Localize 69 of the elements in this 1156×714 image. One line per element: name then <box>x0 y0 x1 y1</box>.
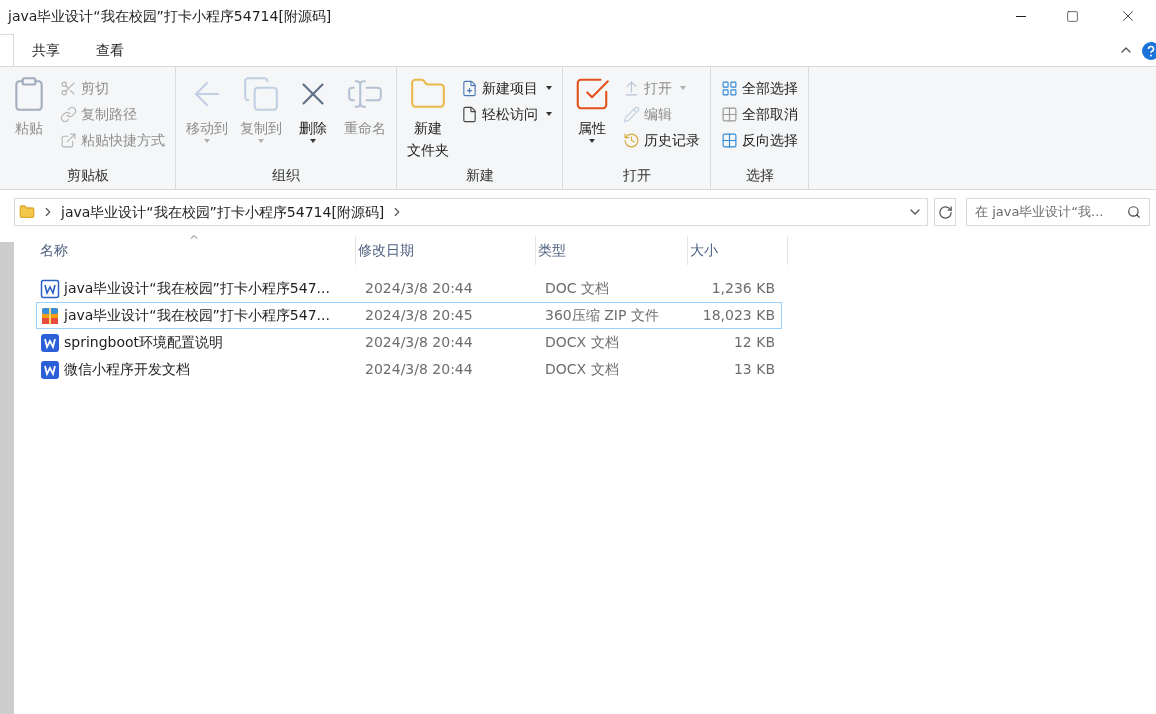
minimize-icon <box>1016 15 1026 17</box>
document-icon <box>40 332 60 353</box>
grid-icon <box>721 131 738 149</box>
file-row[interactable]: java毕业设计“我在校园”打卡小程序547... 2024/3/8 20:44 DOC 文档 1,236 KB <box>36 275 782 302</box>
file-icon <box>461 105 478 123</box>
file-row[interactable]: 微信小程序开发文档 2024/3/8 20:44 DOCX 文档 13 KB <box>36 356 782 383</box>
open-icon <box>623 79 640 97</box>
table-cell-text: 2024/3/8 20:44 <box>364 333 474 352</box>
ribbon-tab[interactable]: 共享 <box>14 34 78 66</box>
grid-icon <box>721 105 738 123</box>
link-icon <box>60 105 77 123</box>
grid-icon <box>721 79 738 97</box>
ribbon-button[interactable]: 历史记录 <box>619 127 704 153</box>
column-header[interactable]: 名称 <box>38 236 356 265</box>
file-row[interactable]: springboot环境配置说明 2024/3/8 20:44 DOCX 文档 12 KB <box>36 329 782 356</box>
document-icon <box>40 278 60 299</box>
pencil-icon <box>623 105 640 123</box>
file-tab[interactable] <box>0 34 14 66</box>
maximize-icon <box>1065 9 1079 23</box>
column-header[interactable]: 大小 <box>688 236 788 265</box>
file-row[interactable]: java毕业设计“我在校园”打卡小程序547... 2024/3/8 20:45 360压缩 ZIP 文件 18,023 KB <box>36 302 782 329</box>
group-label: 剪贴板 <box>65 166 110 186</box>
file-name: java毕业设计“我在校园”打卡小程序547... <box>64 279 330 298</box>
ribbon-button[interactable]: 轻松访问 <box>457 101 556 127</box>
ribbon-button[interactable]: 全部选择 <box>717 75 802 101</box>
group-label: 选择 <box>744 166 775 186</box>
ribbon-button[interactable]: 新建 文件夹 <box>403 71 453 161</box>
group-label: 打开 <box>621 166 652 186</box>
table-cell-text: 2024/3/8 20:44 <box>364 360 474 379</box>
file-name: springboot环境配置说明 <box>64 333 224 352</box>
table-cell-text: DOCX 文档 <box>544 360 620 379</box>
help-icon[interactable] <box>1142 42 1156 60</box>
ribbon-button[interactable]: 属性 <box>569 71 615 143</box>
archive-icon <box>40 305 60 326</box>
address-bar[interactable]: java毕业设计“我在校园”打卡小程序54714[附源码] <box>14 198 928 226</box>
table-cell-text: 13 KB <box>732 360 776 379</box>
search-icon <box>1127 205 1141 219</box>
file-name: java毕业设计“我在校园”打卡小程序547... <box>64 306 330 325</box>
breadcrumb[interactable]: java毕业设计“我在校园”打卡小程序54714[附源码] <box>61 201 385 223</box>
folder-icon <box>19 204 35 220</box>
table-cell-text: 360压缩 ZIP 文件 <box>544 306 660 325</box>
ribbon-button[interactable]: 新建项目 <box>457 75 556 101</box>
file-name: 微信小程序开发文档 <box>64 360 190 379</box>
refresh-button[interactable] <box>934 198 956 226</box>
column-header[interactable]: 类型 <box>536 236 688 265</box>
table-cell-text: 2024/3/8 20:44 <box>364 279 474 298</box>
table-cell-text: 2024/3/8 20:45 <box>364 306 474 325</box>
refresh-icon <box>937 204 953 220</box>
ribbon-button[interactable]: 删除 <box>290 71 336 143</box>
table-cell-text: 12 KB <box>732 333 776 352</box>
ribbon-button[interactable]: 反向选择 <box>717 127 802 153</box>
new-file-icon <box>461 79 478 97</box>
column-header[interactable]: 修改日期 <box>356 236 536 265</box>
table-cell-text: DOCX 文档 <box>544 333 620 352</box>
document-icon <box>40 359 60 380</box>
ribbon-button[interactable]: 全部取消 <box>717 101 802 127</box>
history-icon <box>623 131 640 149</box>
window-title: java毕业设计“我在校园”打卡小程序54714[附源码] <box>6 6 333 26</box>
shortcut-icon <box>60 131 77 149</box>
table-cell-text: DOC 文档 <box>544 279 611 298</box>
search-field[interactable]: 在 java毕业设计“我... <box>966 198 1150 226</box>
table-cell-text: 18,023 KB <box>701 306 776 325</box>
group-label: 新建 <box>464 166 495 186</box>
table-cell-text: 1,236 KB <box>710 279 776 298</box>
ribbon-tab[interactable]: 查看 <box>78 34 142 66</box>
scissors-icon <box>60 79 77 97</box>
group-label: 组织 <box>271 166 301 186</box>
copy-icon <box>242 75 280 113</box>
scrollbar[interactable] <box>0 242 14 714</box>
